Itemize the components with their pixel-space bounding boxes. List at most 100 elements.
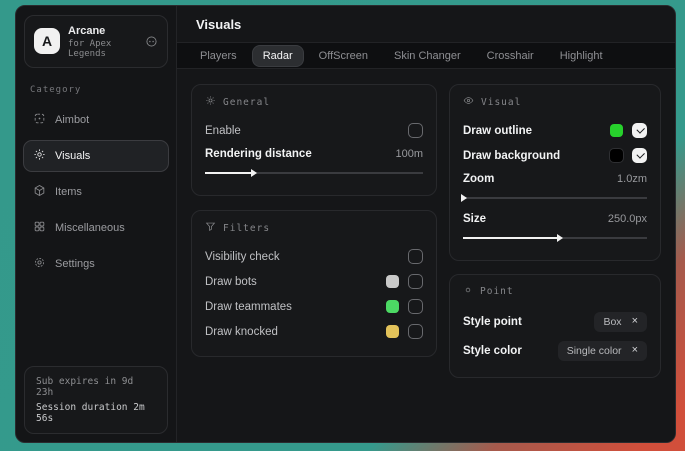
sidebar-item-items[interactable]: Items xyxy=(23,176,169,208)
category-label: Category xyxy=(30,85,162,95)
subscription-box: Sub expires in 9d 23h Session duration 2… xyxy=(24,366,168,434)
eye-icon xyxy=(463,95,474,109)
draw-background-color-swatch[interactable] xyxy=(610,149,623,162)
draw-teammates-checkbox[interactable] xyxy=(408,299,423,314)
point-icon xyxy=(463,285,473,298)
sidebar-item-settings[interactable]: Settings xyxy=(23,248,169,280)
discord-icon[interactable] xyxy=(145,35,158,48)
sidebar-item-label: Aimbot xyxy=(55,114,89,126)
sidebar-item-label: Miscellaneous xyxy=(55,222,125,234)
draw-knocked-checkbox[interactable] xyxy=(408,324,423,339)
rendering-distance-slider[interactable] xyxy=(205,168,423,177)
page-title: Visuals xyxy=(196,17,656,32)
rendering-distance-value: 100m xyxy=(395,148,423,160)
visibility-check-label: Visibility check xyxy=(205,251,280,263)
draw-bots-label: Draw bots xyxy=(205,276,257,288)
panel-point: Point Style point Box × Style color xyxy=(449,274,661,378)
panel-title-text: Point xyxy=(480,286,514,297)
session-duration-text: Session duration 2m 56s xyxy=(36,402,156,424)
tab-offscreen[interactable]: OffScreen xyxy=(309,46,378,66)
style-point-value: Box xyxy=(603,316,621,328)
items-icon xyxy=(33,184,46,200)
app-name: Arcane xyxy=(68,24,129,39)
draw-teammates-row: Draw teammates xyxy=(205,294,423,319)
draw-outline-label: Draw outline xyxy=(463,125,532,137)
draw-background-checkbox[interactable] xyxy=(632,148,647,163)
draw-teammates-label: Draw teammates xyxy=(205,301,292,313)
app-window: A Arcane for Apex Legends Category Aimbo… xyxy=(15,5,676,443)
zoom-row: Zoom 1.0zm xyxy=(463,168,647,190)
style-color-label: Style color xyxy=(463,345,522,357)
style-point-row: Style point Box × xyxy=(463,307,647,336)
enable-checkbox[interactable] xyxy=(408,123,423,138)
draw-teammates-color-swatch[interactable] xyxy=(386,300,399,313)
draw-bots-row: Draw bots xyxy=(205,269,423,294)
sidebar-item-label: Settings xyxy=(55,258,95,270)
sidebar-item-label: Items xyxy=(55,186,82,198)
draw-bots-color-swatch[interactable] xyxy=(386,275,399,288)
size-slider[interactable] xyxy=(463,233,647,242)
tab-crosshair[interactable]: Crosshair xyxy=(477,46,544,66)
draw-knocked-color-swatch[interactable] xyxy=(386,325,399,338)
zoom-label: Zoom xyxy=(463,173,494,185)
filter-icon xyxy=(205,221,216,235)
zoom-value: 1.0zm xyxy=(617,173,647,185)
sidebar-item-aimbot[interactable]: Aimbot xyxy=(23,104,169,136)
sidebar: A Arcane for Apex Legends Category Aimbo… xyxy=(16,6,177,442)
enable-row: Enable xyxy=(205,118,423,143)
gear-icon xyxy=(33,256,46,272)
sidebar-nav: Aimbot Visuals Items Miscellaneous xyxy=(16,102,176,282)
general-icon xyxy=(205,95,216,109)
visibility-check-checkbox[interactable] xyxy=(408,249,423,264)
panel-general: General Enable Rendering distance 100m xyxy=(191,84,437,196)
app-header-card: A Arcane for Apex Legends xyxy=(24,15,168,68)
grid-icon xyxy=(33,220,46,236)
tab-content: General Enable Rendering distance 100m xyxy=(177,69,675,393)
main-area: Visuals Players Radar OffScreen Skin Cha… xyxy=(177,6,675,442)
main-header: Visuals xyxy=(177,6,675,42)
draw-knocked-label: Draw knocked xyxy=(205,326,278,338)
rendering-distance-label: Rendering distance xyxy=(205,148,312,160)
draw-outline-row: Draw outline xyxy=(463,118,647,143)
visibility-check-row: Visibility check xyxy=(205,244,423,269)
slider-thumb[interactable] xyxy=(557,234,563,242)
sidebar-item-visuals[interactable]: Visuals xyxy=(23,140,169,172)
panel-filters: Filters Visibility check Draw bots xyxy=(191,210,437,357)
style-point-select[interactable]: Box × xyxy=(594,312,647,332)
rendering-distance-row: Rendering distance 100m xyxy=(205,143,423,165)
tab-bar: Players Radar OffScreen Skin Changer Cro… xyxy=(177,42,675,69)
draw-background-row: Draw background xyxy=(463,143,647,168)
style-point-label: Style point xyxy=(463,316,522,328)
app-logo: A xyxy=(34,28,60,54)
tab-radar[interactable]: Radar xyxy=(253,46,303,66)
slider-thumb[interactable] xyxy=(251,169,257,177)
size-value: 250.0px xyxy=(608,213,647,225)
clear-icon[interactable]: × xyxy=(632,345,638,356)
draw-knocked-row: Draw knocked xyxy=(205,319,423,344)
style-color-row: Style color Single color × xyxy=(463,336,647,365)
panel-visual: Visual Draw outline Draw background xyxy=(449,84,661,261)
tab-highlight[interactable]: Highlight xyxy=(550,46,613,66)
size-row: Size 250.0px xyxy=(463,208,647,230)
panel-title-text: Filters xyxy=(223,223,270,234)
style-color-value: Single color xyxy=(567,345,622,357)
draw-outline-color-swatch[interactable] xyxy=(610,124,623,137)
sub-expires-text: Sub expires in 9d 23h xyxy=(36,376,156,398)
draw-background-label: Draw background xyxy=(463,150,560,162)
panel-title-text: General xyxy=(223,97,270,108)
app-subtitle: for Apex Legends xyxy=(68,39,129,59)
aimbot-icon xyxy=(33,112,46,128)
sidebar-item-miscellaneous[interactable]: Miscellaneous xyxy=(23,212,169,244)
zoom-slider[interactable] xyxy=(463,193,647,202)
enable-label: Enable xyxy=(205,125,241,137)
clear-icon[interactable]: × xyxy=(632,316,638,327)
tab-skin-changer[interactable]: Skin Changer xyxy=(384,46,471,66)
tab-players[interactable]: Players xyxy=(190,46,247,66)
visuals-icon xyxy=(33,148,46,164)
sidebar-item-label: Visuals xyxy=(55,150,90,162)
slider-thumb[interactable] xyxy=(461,194,467,202)
draw-outline-checkbox[interactable] xyxy=(632,123,647,138)
size-label: Size xyxy=(463,213,486,225)
draw-bots-checkbox[interactable] xyxy=(408,274,423,289)
style-color-select[interactable]: Single color × xyxy=(558,341,647,361)
